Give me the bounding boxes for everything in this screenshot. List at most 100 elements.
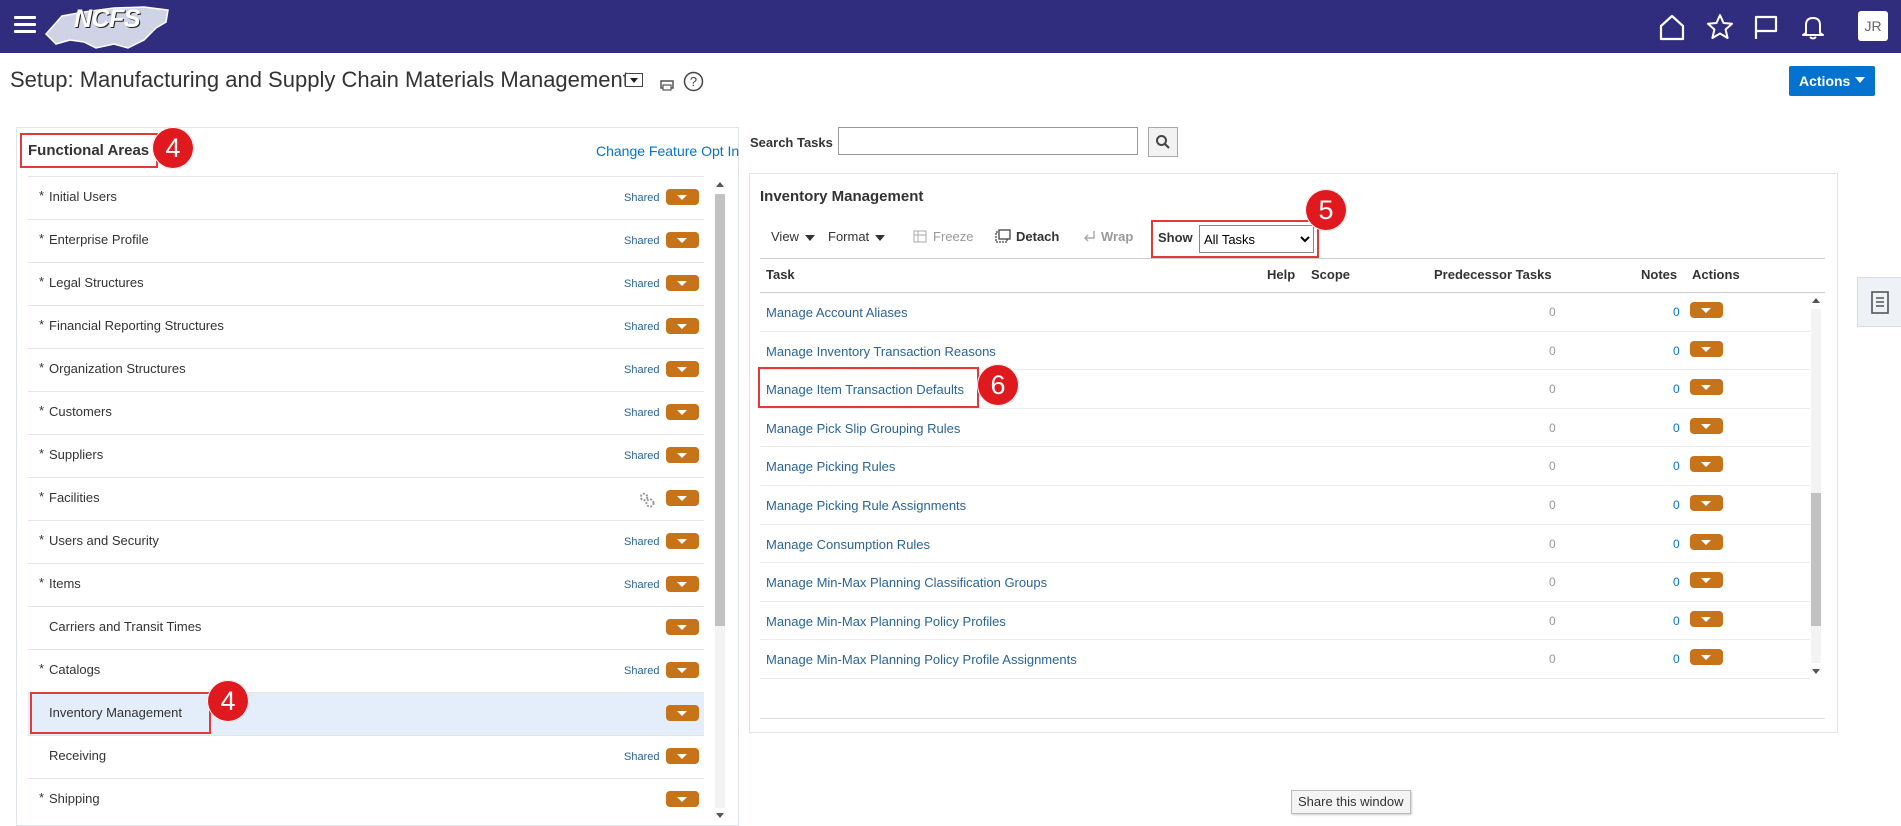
table-row[interactable]: Manage Picking Rules 0 0 bbox=[760, 447, 1810, 486]
view-menu[interactable]: View bbox=[771, 229, 815, 244]
notes-count[interactable]: 0 bbox=[1673, 614, 1680, 628]
row-actions-button[interactable] bbox=[666, 705, 699, 721]
task-link[interactable]: Manage Picking Rules bbox=[766, 459, 895, 474]
functional-area-row[interactable]: * Items Shared bbox=[28, 563, 704, 606]
flag-icon[interactable] bbox=[1751, 12, 1781, 42]
notes-count[interactable]: 0 bbox=[1673, 305, 1680, 319]
favorites-star-icon[interactable] bbox=[1705, 12, 1735, 42]
row-actions-button[interactable] bbox=[1690, 494, 1723, 511]
row-actions-button[interactable] bbox=[666, 189, 699, 205]
functional-area-label[interactable]: Catalogs bbox=[49, 662, 100, 677]
functional-area-row[interactable]: Receiving Shared bbox=[28, 735, 704, 778]
functional-area-row[interactable]: * Organization Structures Shared bbox=[28, 348, 704, 391]
row-actions-button[interactable] bbox=[1690, 417, 1723, 434]
table-row[interactable]: Manage Inventory Transaction Reasons 0 0 bbox=[760, 332, 1810, 371]
gears-icon[interactable] bbox=[638, 491, 656, 509]
functional-area-label[interactable]: Receiving bbox=[49, 748, 106, 763]
home-icon[interactable] bbox=[1657, 12, 1687, 42]
row-actions-button[interactable] bbox=[666, 662, 699, 678]
side-panel-tab[interactable] bbox=[1857, 277, 1901, 327]
functional-area-row[interactable]: * Financial Reporting Structures Shared bbox=[28, 305, 704, 348]
user-avatar[interactable]: JR bbox=[1858, 11, 1888, 41]
notes-count[interactable]: 0 bbox=[1673, 652, 1680, 666]
scrollbar-thumb[interactable] bbox=[1811, 493, 1821, 626]
notes-count[interactable]: 0 bbox=[1673, 537, 1680, 551]
actions-menu-button[interactable]: Actions bbox=[1789, 66, 1875, 96]
functional-area-label[interactable]: Initial Users bbox=[49, 189, 117, 204]
detach-button[interactable]: Detach bbox=[995, 229, 1059, 244]
functional-area-row[interactable]: * Shipping bbox=[28, 778, 704, 821]
functional-area-row[interactable]: * Catalogs Shared bbox=[28, 649, 704, 692]
row-actions-button[interactable] bbox=[1690, 610, 1723, 627]
wrap-button[interactable]: Wrap bbox=[1082, 229, 1133, 244]
row-actions-button[interactable] bbox=[666, 275, 699, 291]
functional-area-label[interactable]: Shipping bbox=[49, 791, 100, 806]
table-row[interactable]: Manage Min-Max Planning Policy Profile A… bbox=[760, 640, 1810, 679]
task-link[interactable]: Manage Inventory Transaction Reasons bbox=[766, 344, 996, 359]
table-row[interactable]: Manage Consumption Rules 0 0 bbox=[760, 525, 1810, 564]
functional-area-label[interactable]: Users and Security bbox=[49, 533, 159, 548]
row-actions-button[interactable] bbox=[666, 576, 699, 592]
row-actions-button[interactable] bbox=[666, 404, 699, 420]
notes-count[interactable]: 0 bbox=[1673, 575, 1680, 589]
search-button[interactable] bbox=[1148, 127, 1178, 157]
functional-area-row[interactable]: * Users and Security Shared bbox=[28, 520, 704, 563]
table-row[interactable]: Manage Min-Max Planning Policy Profiles … bbox=[760, 602, 1810, 641]
functional-area-label[interactable]: Suppliers bbox=[49, 447, 103, 462]
notes-count[interactable]: 0 bbox=[1673, 344, 1680, 358]
scroll-up-icon[interactable] bbox=[716, 182, 724, 187]
notifications-bell-icon[interactable] bbox=[1798, 12, 1828, 42]
row-actions-button[interactable] bbox=[1690, 572, 1723, 589]
scroll-up-icon[interactable] bbox=[1812, 298, 1820, 303]
row-actions-button[interactable] bbox=[666, 791, 699, 807]
task-link[interactable]: Manage Min-Max Planning Policy Profiles bbox=[766, 614, 1006, 629]
search-tasks-input[interactable] bbox=[838, 127, 1138, 155]
column-header-actions[interactable]: Actions bbox=[1692, 267, 1740, 282]
table-row[interactable]: Manage Min-Max Planning Classification G… bbox=[760, 563, 1810, 602]
change-feature-opt-in-link[interactable]: Change Feature Opt In bbox=[596, 143, 739, 159]
row-actions-button[interactable] bbox=[666, 533, 699, 549]
row-actions-button[interactable] bbox=[1690, 456, 1723, 473]
functional-area-label[interactable]: Enterprise Profile bbox=[49, 232, 149, 247]
notes-count[interactable]: 0 bbox=[1673, 459, 1680, 473]
notes-count[interactable]: 0 bbox=[1673, 421, 1680, 435]
functional-area-label[interactable]: Organization Structures bbox=[49, 361, 186, 376]
row-actions-button[interactable] bbox=[1690, 649, 1723, 666]
row-actions-button[interactable] bbox=[666, 318, 699, 334]
scrollbar-thumb[interactable] bbox=[715, 194, 725, 626]
task-link[interactable]: Manage Consumption Rules bbox=[766, 537, 930, 552]
print-icon[interactable] bbox=[659, 76, 675, 92]
task-link[interactable]: Manage Account Aliases bbox=[766, 305, 908, 320]
functional-area-row[interactable]: * Enterprise Profile Shared bbox=[28, 219, 704, 262]
row-actions-button[interactable] bbox=[666, 748, 699, 764]
notes-count[interactable]: 0 bbox=[1673, 382, 1680, 396]
scroll-down-icon[interactable] bbox=[716, 813, 724, 818]
row-actions-button[interactable] bbox=[666, 361, 699, 377]
functional-area-row[interactable]: * Facilities bbox=[28, 477, 704, 520]
help-icon[interactable]: ? bbox=[683, 71, 704, 92]
column-header-task[interactable]: Task bbox=[766, 267, 795, 282]
functional-area-label[interactable]: Customers bbox=[49, 404, 112, 419]
column-header-scope[interactable]: Scope bbox=[1311, 267, 1350, 282]
functional-area-label[interactable]: Items bbox=[49, 576, 81, 591]
row-actions-button[interactable] bbox=[666, 447, 699, 463]
row-actions-button[interactable] bbox=[1690, 302, 1723, 318]
title-dropdown-icon[interactable] bbox=[625, 73, 643, 87]
table-row[interactable]: Manage Account Aliases 0 0 bbox=[760, 293, 1810, 332]
row-actions-button[interactable] bbox=[666, 490, 699, 506]
table-row[interactable]: Manage Picking Rule Assignments 0 0 bbox=[760, 486, 1810, 525]
task-link[interactable]: Manage Min-Max Planning Policy Profile A… bbox=[766, 652, 1077, 667]
functional-area-row[interactable]: * Initial Users Shared bbox=[28, 176, 704, 219]
column-header-predecessor-tasks[interactable]: Predecessor Tasks bbox=[1434, 267, 1552, 282]
row-actions-button[interactable] bbox=[1690, 533, 1723, 550]
row-actions-button[interactable] bbox=[1690, 379, 1723, 396]
row-actions-button[interactable] bbox=[666, 619, 699, 635]
functional-area-row[interactable]: * Suppliers Shared bbox=[28, 434, 704, 477]
task-link[interactable]: Manage Picking Rule Assignments bbox=[766, 498, 966, 513]
format-menu[interactable]: Format bbox=[828, 229, 886, 244]
table-row[interactable]: Manage Pick Slip Grouping Rules 0 0 bbox=[760, 409, 1810, 448]
task-link[interactable]: Manage Min-Max Planning Classification G… bbox=[766, 575, 1047, 590]
functional-areas-scrollbar[interactable] bbox=[713, 180, 727, 820]
functional-area-row[interactable]: Carriers and Transit Times bbox=[28, 606, 704, 649]
scroll-down-icon[interactable] bbox=[1812, 669, 1820, 674]
